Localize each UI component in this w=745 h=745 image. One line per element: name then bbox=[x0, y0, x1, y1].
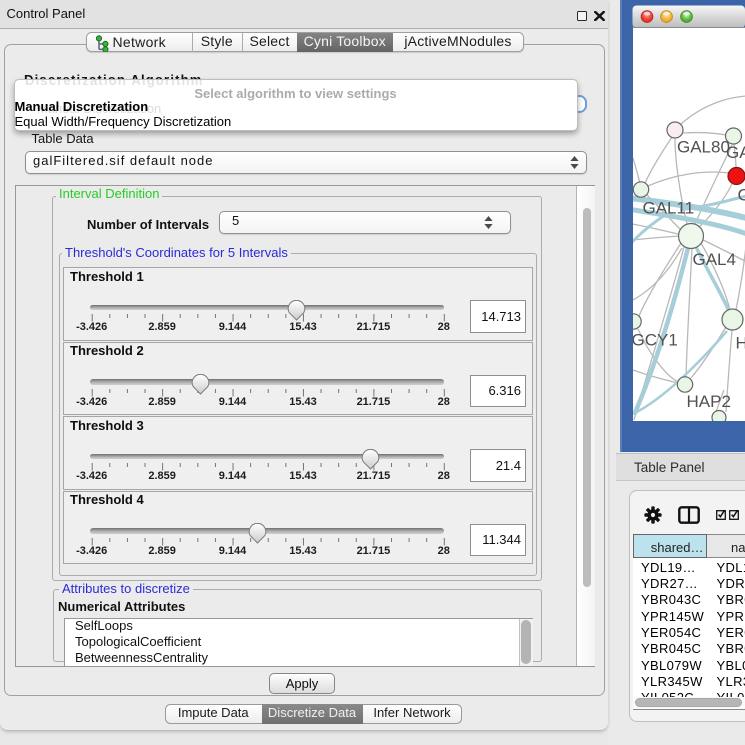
svg-text:GAL11: GAL11 bbox=[643, 199, 695, 218]
svg-text:GAL4: GAL4 bbox=[693, 250, 736, 269]
svg-text:GA: GA bbox=[726, 143, 745, 162]
svg-text:GCY1: GCY1 bbox=[632, 331, 678, 350]
svg-text:H: H bbox=[736, 334, 745, 353]
svg-text:GAL80: GAL80 bbox=[677, 138, 730, 157]
svg-text:C: C bbox=[738, 186, 745, 205]
svg-text:HAP2: HAP2 bbox=[687, 392, 731, 411]
